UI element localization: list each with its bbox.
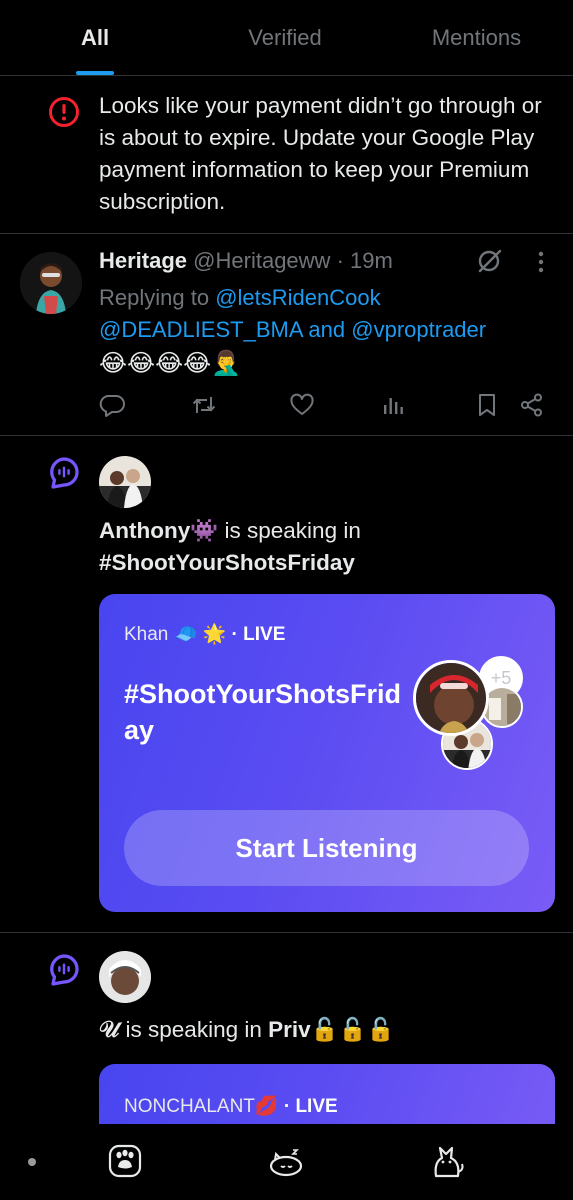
avatar[interactable] [99,951,151,1003]
post-body: 😂😂😂😂🤦‍♂️ [99,350,242,377]
replying-prefix: Replying to [99,285,210,310]
live-badge: · LIVE [231,624,286,645]
spaces-icon [50,954,79,986]
sleeping-cat-icon[interactable] [267,1142,305,1180]
space-notification[interactable]: 𝒰 is speaking in Priv🔓🔓🔓 NONCHALANT💋 · L… [0,933,573,1184]
space-host: Khan 🧢 🌟 · LIVE [124,622,285,646]
retweet-icon[interactable] [191,392,217,418]
indicator-dot [28,1158,36,1166]
mention-link[interactable]: @letsRidenCook [215,285,380,310]
space-host: NONCHALANT💋 · LIVE [124,1094,338,1118]
bottom-nav [0,1124,573,1200]
mention-link[interactable]: @DEADLIEST_BMA [99,317,302,342]
reply-icon[interactable] [99,392,125,418]
payment-notice[interactable]: Looks like your payment didn’t go throug… [0,76,573,234]
host-name: Khan 🧢 🌟 [124,624,227,645]
payment-notice-text: Looks like your payment didn’t go throug… [99,93,542,214]
more-options-icon[interactable] [534,250,548,274]
host-name: NONCHALANT💋 [124,1096,279,1117]
avatar[interactable] [99,456,151,508]
author-name[interactable]: Heritage [99,248,187,273]
notification-post[interactable]: Heritage @Heritageww · 19m Replying to @… [0,234,573,436]
space-card-title: #ShootYourShotsFriday [124,679,401,745]
replying-to: Replying to @letsRidenCook @DEADLIEST_BM… [99,282,549,346]
space-hashtag: #ShootYourShotsFriday [99,548,355,578]
speaking-text: is speaking in [224,518,361,543]
speaker-name[interactable]: Anthony👾 [99,518,218,543]
grok-icon[interactable] [476,248,502,274]
live-badge: · LIVE [283,1096,338,1117]
avatar [413,660,489,736]
mention-and: and [308,317,346,342]
paw-icon[interactable] [106,1142,144,1180]
space-speaker-line: Anthony👾 is speaking in [99,516,361,546]
bookmark-icon[interactable] [474,392,500,418]
speaker-name[interactable]: 𝒰 [99,1017,119,1042]
tab-all[interactable]: All [0,0,190,75]
separator: · [336,248,344,273]
listener-avatars: +5 [413,656,533,776]
post-header: Heritage @Heritageww · 19m [99,246,393,276]
spaces-icon [50,457,79,489]
space-card[interactable]: Khan 🧢 🌟 · LIVE #ShootYourShotsFriday +5 [99,594,555,912]
alert-circle-icon [49,97,79,127]
start-listening-button[interactable]: Start Listening [124,810,529,886]
speaking-text: is speaking in [125,1017,262,1042]
cat-icon[interactable] [428,1142,466,1180]
space-title: Priv🔓🔓🔓 [268,1017,395,1042]
avatar[interactable] [20,252,82,314]
space-title: #ShootYourShotsFriday [99,550,355,575]
like-icon[interactable] [289,392,315,418]
tab-verified[interactable]: Verified [190,0,380,75]
tab-bar: All Verified Mentions [0,0,573,76]
views-icon[interactable] [380,392,406,418]
mention-link[interactable]: @vproptrader [351,317,486,342]
space-notification[interactable]: Anthony👾 is speaking in #ShootYourShotsF… [0,436,573,933]
author-handle[interactable]: @Heritageww [193,248,330,273]
timestamp: 19m [350,248,393,273]
tab-mentions[interactable]: Mentions [380,0,573,75]
post-actions [99,392,549,420]
share-icon[interactable] [519,392,545,418]
space-speaker-line: 𝒰 is speaking in Priv🔓🔓🔓 [99,1015,395,1045]
